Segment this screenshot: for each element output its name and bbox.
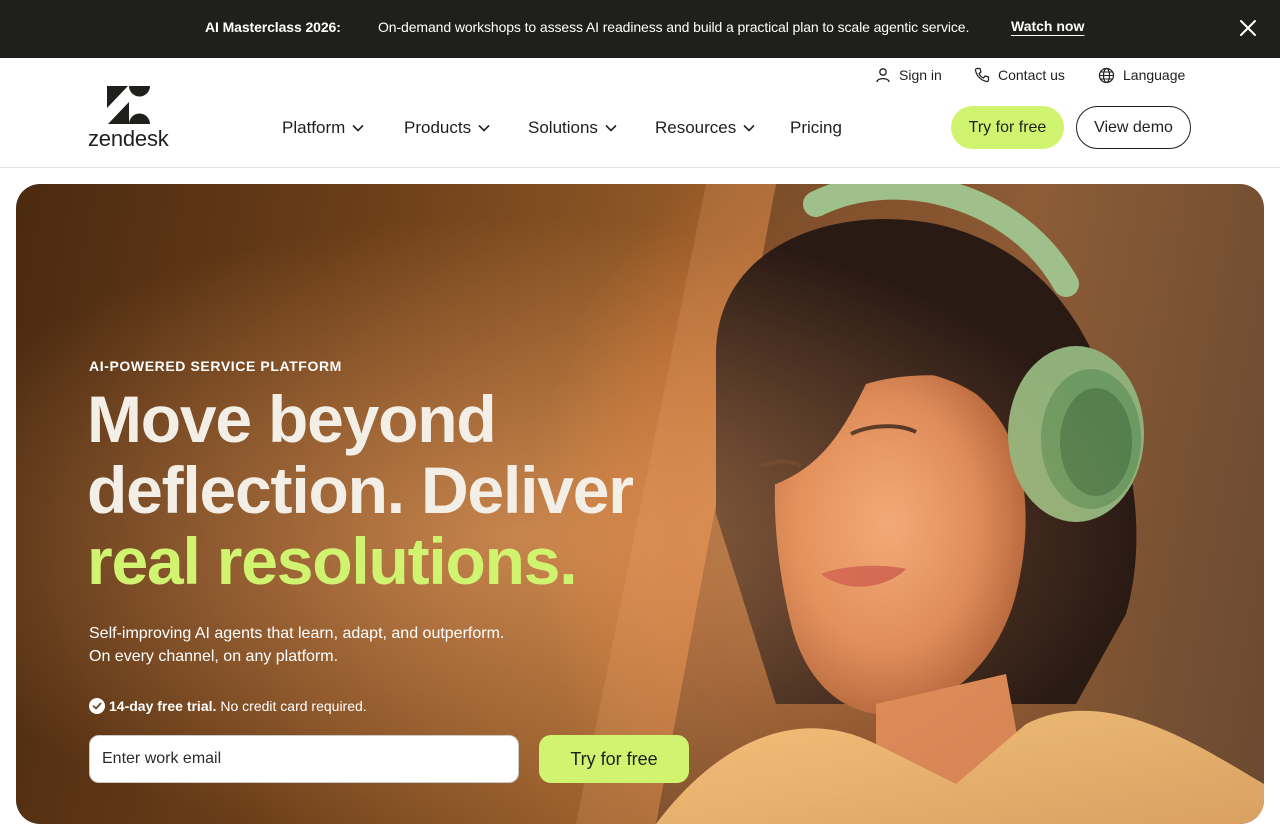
nav-resources-label: Resources [655,118,737,137]
announcement-bar: AI Masterclass 2026: On-demand workshops… [0,0,1280,58]
chevron-down-icon [605,124,617,132]
nav-pricing-label: Pricing [790,118,842,137]
hero-headline-line1: Move beyond [87,382,497,456]
announcement-message: On-demand workshops to assess AI readine… [378,19,970,35]
language-label: Language [1123,67,1186,83]
nav-resources[interactable]: Resources [655,118,755,138]
nav-pricing[interactable]: Pricing [790,118,842,138]
announcement-title: AI Masterclass 2026: [205,19,341,35]
watch-now-link[interactable]: Watch now [1011,18,1084,34]
nav-solutions[interactable]: Solutions [528,118,617,138]
logo-wordmark: zendesk [88,126,169,151]
zendesk-logo[interactable]: zendesk [88,86,178,151]
sign-in-label: Sign in [899,67,942,83]
phone-icon [974,67,990,83]
contact-us-label: Contact us [998,67,1065,83]
chevron-down-icon [352,124,364,132]
nav-products[interactable]: Products [404,118,490,138]
view-demo-button[interactable]: View demo [1076,106,1191,149]
trial-rest-text: No credit card required. [220,698,367,714]
nav-platform[interactable]: Platform [282,118,364,138]
check-circle-icon [89,698,105,714]
user-icon [876,68,890,83]
hero-sub-line1: Self-improving AI agents that learn, ada… [89,625,505,642]
close-icon[interactable] [1236,16,1260,40]
site-header: zendesk Sign in Contact us Language Plat… [0,58,1280,168]
contact-us-link[interactable]: Contact us [974,64,1065,86]
work-email-input[interactable] [89,735,519,783]
try-for-free-button[interactable]: Try for free [951,106,1064,149]
hero-try-for-free-button[interactable]: Try for free [539,735,689,783]
zendesk-logo-mark [107,86,150,124]
hero-sub-line2: On every channel, on any platform. [89,648,339,665]
chevron-down-icon [478,124,490,132]
hero-headline: Move beyond deflection. Deliver real res… [87,384,707,597]
hero-subheading: Self-improving AI agents that learn, ada… [89,622,569,668]
sign-in-link[interactable]: Sign in [875,64,942,86]
nav-solutions-label: Solutions [528,118,598,137]
hero-eyebrow: AI-POWERED SERVICE PLATFORM [89,358,342,374]
nav-platform-label: Platform [282,118,346,137]
trial-bold-text: 14-day free trial. [109,698,217,714]
chevron-down-icon [743,124,755,132]
language-selector[interactable]: Language [1098,64,1185,86]
nav-products-label: Products [404,118,472,137]
trial-note: 14-day free trial. No credit card requir… [89,698,367,714]
hero-headline-line2: deflection. Deliver [87,453,634,527]
globe-icon [1098,67,1115,83]
hero-headline-accent: real resolutions. [87,524,578,598]
hero-section: AI-POWERED SERVICE PLATFORM Move beyond … [16,184,1264,824]
